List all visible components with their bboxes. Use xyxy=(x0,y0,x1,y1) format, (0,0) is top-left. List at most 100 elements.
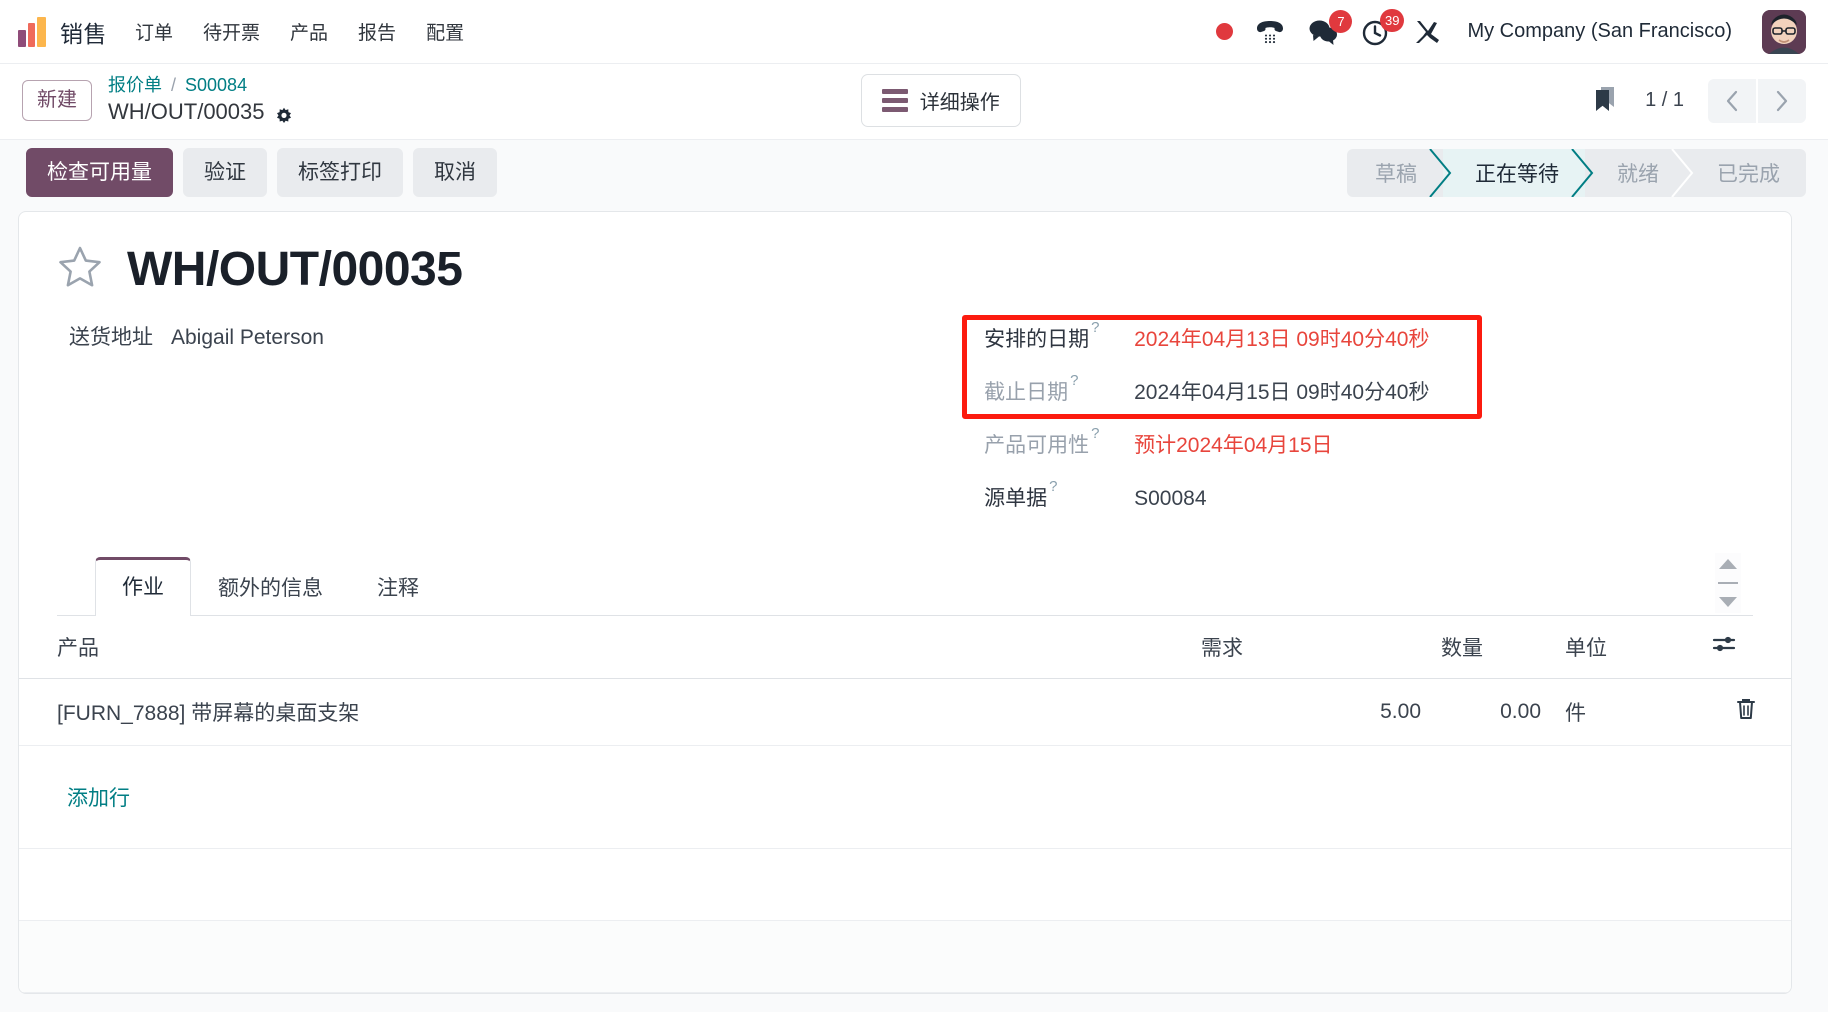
field-scheduled-date: 安排的日期 ? 2024年04月13日 09时40分40秒 xyxy=(984,319,1753,353)
help-tooltip-icon[interactable]: ? xyxy=(1091,319,1099,336)
scrollbar-divider xyxy=(1718,582,1738,585)
cancel-button[interactable]: 取消 xyxy=(413,148,497,198)
cell-uom[interactable]: 件 xyxy=(1551,678,1701,747)
field-label: 截止日期 ? xyxy=(984,372,1134,406)
field-source-document: 源单据 ? S00084 xyxy=(984,478,1753,512)
form-fields: 送货地址 Abigail Peterson 安排的日期 ? 2024年04月13… xyxy=(57,303,1753,535)
table-header: 产品 需求 数量 单位 xyxy=(19,616,1791,680)
pager-buttons xyxy=(1708,78,1807,123)
record-dot-icon[interactable] xyxy=(1216,23,1234,40)
help-tooltip-icon[interactable]: ? xyxy=(1049,478,1057,495)
menu-item-orders[interactable]: 订单 xyxy=(135,18,173,45)
tools-wrench-icon[interactable] xyxy=(1413,19,1441,45)
status-stage-draft[interactable]: 草稿 xyxy=(1347,148,1452,197)
breadcrumb-record[interactable]: S00084 xyxy=(185,74,247,97)
status-stage-label: 正在等待 xyxy=(1475,162,1559,186)
status-stage-waiting[interactable]: 正在等待 xyxy=(1429,148,1594,197)
column-header-quantity[interactable]: 数量 xyxy=(1431,616,1551,680)
help-tooltip-icon[interactable]: ? xyxy=(1091,425,1099,442)
breadcrumb-parent[interactable]: 报价单 xyxy=(108,74,162,97)
table-row[interactable]: [FURN_7888] 带屏幕的桌面支架 5.00 0.00 件 xyxy=(19,678,1791,747)
company-name[interactable]: My Company (San Francisco) xyxy=(1467,20,1732,43)
clock-activity-icon[interactable]: 39 xyxy=(1361,8,1405,47)
tab-operations[interactable]: 作业 xyxy=(95,557,191,617)
notebook-tabs: 作业 额外的信息 注释 xyxy=(57,553,1753,617)
table-body: [FURN_7888] 带屏幕的桌面支架 5.00 0.00 件 添加行 xyxy=(19,678,1791,994)
cell-demand[interactable]: 5.00 xyxy=(1191,678,1431,747)
form-view-area: WH/OUT/00035 送货地址 Abigail Peterson 安排的日期… xyxy=(0,211,1828,1012)
field-deadline: 截止日期 ? 2024年04月15日 09时40分40秒 xyxy=(984,372,1753,406)
main-menu: 订单 待开票 产品 报告 配置 xyxy=(135,18,464,45)
table-empty-row xyxy=(19,992,1791,994)
sheet-scrollbar[interactable] xyxy=(1715,553,1741,614)
record-sheet: WH/OUT/00035 送货地址 Abigail Peterson 安排的日期… xyxy=(18,211,1792,994)
delete-row-button[interactable] xyxy=(1701,678,1791,747)
check-availability-button[interactable]: 检查可用量 xyxy=(26,148,173,198)
field-label: 送货地址 xyxy=(69,326,153,350)
cell-product[interactable]: [FURN_7888] 带屏幕的桌面支架 xyxy=(19,678,1191,747)
right-field-list: 安排的日期 ? 2024年04月13日 09时40分40秒 截止日期 ? 202… xyxy=(854,319,1753,512)
field-label-text: 源单据 xyxy=(984,487,1048,511)
triangle-down-icon[interactable] xyxy=(1719,597,1737,608)
avatar[interactable] xyxy=(1762,9,1806,54)
phone-dialpad-icon[interactable] xyxy=(1255,19,1285,45)
pager-area: 1 / 1 xyxy=(1589,78,1807,123)
odoo-bars-logo-icon[interactable] xyxy=(18,16,47,47)
column-header-product[interactable]: 产品 xyxy=(19,616,1191,680)
control-panel: 新建 报价单 / S00084 WH/OUT/00035 详细操作 1 / 1 xyxy=(0,64,1828,140)
field-value[interactable]: 2024年04月13日 09时40分40秒 xyxy=(1134,323,1429,353)
form-column-right: 安排的日期 ? 2024年04月13日 09时40分40秒 截止日期 ? 202… xyxy=(854,315,1753,535)
table-empty-row xyxy=(19,848,1791,922)
pager-count[interactable]: 1 / 1 xyxy=(1645,89,1684,112)
action-buttons: 检查可用量 验证 标签打印 取消 xyxy=(0,148,497,198)
column-header-demand[interactable]: 需求 xyxy=(1191,616,1431,680)
chat-bubbles-icon[interactable]: 7 xyxy=(1307,9,1353,46)
breadcrumb-row: 新建 报价单 / S00084 WH/OUT/00035 详细操作 1 / 1 xyxy=(0,64,1828,139)
detail-operations-label: 详细操作 xyxy=(919,92,1000,114)
add-line-row[interactable]: 添加行 xyxy=(19,745,1791,850)
field-value[interactable]: S00084 xyxy=(1134,487,1206,511)
help-tooltip-icon[interactable]: ? xyxy=(1070,372,1078,389)
menu-item-products[interactable]: 产品 xyxy=(290,18,328,45)
menu-item-to-invoice[interactable]: 待开票 xyxy=(203,18,260,45)
detail-operations-button[interactable]: 详细操作 xyxy=(860,74,1021,127)
optional-columns-toggle[interactable] xyxy=(1701,616,1791,680)
cell-quantity[interactable]: 0.00 xyxy=(1431,678,1551,747)
field-value[interactable]: Abigail Peterson xyxy=(171,326,324,350)
gear-icon[interactable] xyxy=(275,104,293,123)
status-bar: 草稿 正在等待 就绪 已完成 xyxy=(1347,148,1806,197)
trash-icon[interactable] xyxy=(1735,699,1757,726)
pager-next-button[interactable] xyxy=(1758,78,1807,123)
pager-previous-button[interactable] xyxy=(1708,78,1757,123)
action-status-row: 检查可用量 验证 标签打印 取消 草稿 正在等待 就绪 已完成 xyxy=(0,140,1828,212)
tab-extra-info[interactable]: 额外的信息 xyxy=(191,557,350,616)
triangle-up-icon[interactable] xyxy=(1719,559,1737,570)
tab-note[interactable]: 注释 xyxy=(350,557,446,616)
app-name[interactable]: 销售 xyxy=(60,15,107,49)
validate-button[interactable]: 验证 xyxy=(183,148,267,198)
menu-item-configuration[interactable]: 配置 xyxy=(426,18,464,45)
status-stage-label: 已完成 xyxy=(1717,162,1780,186)
status-stage-done[interactable]: 已完成 xyxy=(1685,149,1806,197)
field-value[interactable]: 2024年04月15日 09时40分40秒 xyxy=(1134,376,1429,406)
star-favorite-icon[interactable] xyxy=(57,244,103,295)
field-label-text: 安排的日期 xyxy=(984,328,1090,352)
top-navbar: 销售 订单 待开票 产品 报告 配置 7 39 My Company (San … xyxy=(0,0,1828,64)
menu-item-reporting[interactable]: 报告 xyxy=(358,18,396,45)
field-label: 安排的日期 ? xyxy=(984,319,1134,353)
right-gutter xyxy=(1792,211,1810,994)
breadcrumb-separator: / xyxy=(171,75,177,95)
column-header-uom[interactable]: 单位 xyxy=(1551,616,1701,680)
field-value: 预计2024年04月15日 xyxy=(1134,434,1333,458)
status-stage-ready[interactable]: 就绪 xyxy=(1585,148,1694,197)
messages-badge: 7 xyxy=(1329,9,1353,33)
field-label-text: 产品可用性 xyxy=(984,434,1090,458)
new-button[interactable]: 新建 xyxy=(22,80,92,121)
operations-table: 产品 需求 数量 单位 [FURN_7888] 带屏幕的桌面支架 5.00 0.… xyxy=(19,616,1791,994)
record-title-row: WH/OUT/00035 xyxy=(57,242,1753,297)
print-labels-button[interactable]: 标签打印 xyxy=(277,148,403,198)
bookmark-icon[interactable] xyxy=(1589,82,1621,119)
add-line-link[interactable]: 添加行 xyxy=(29,764,140,830)
field-label-text: 截止日期 xyxy=(984,381,1069,405)
list-lines-icon xyxy=(881,89,908,112)
